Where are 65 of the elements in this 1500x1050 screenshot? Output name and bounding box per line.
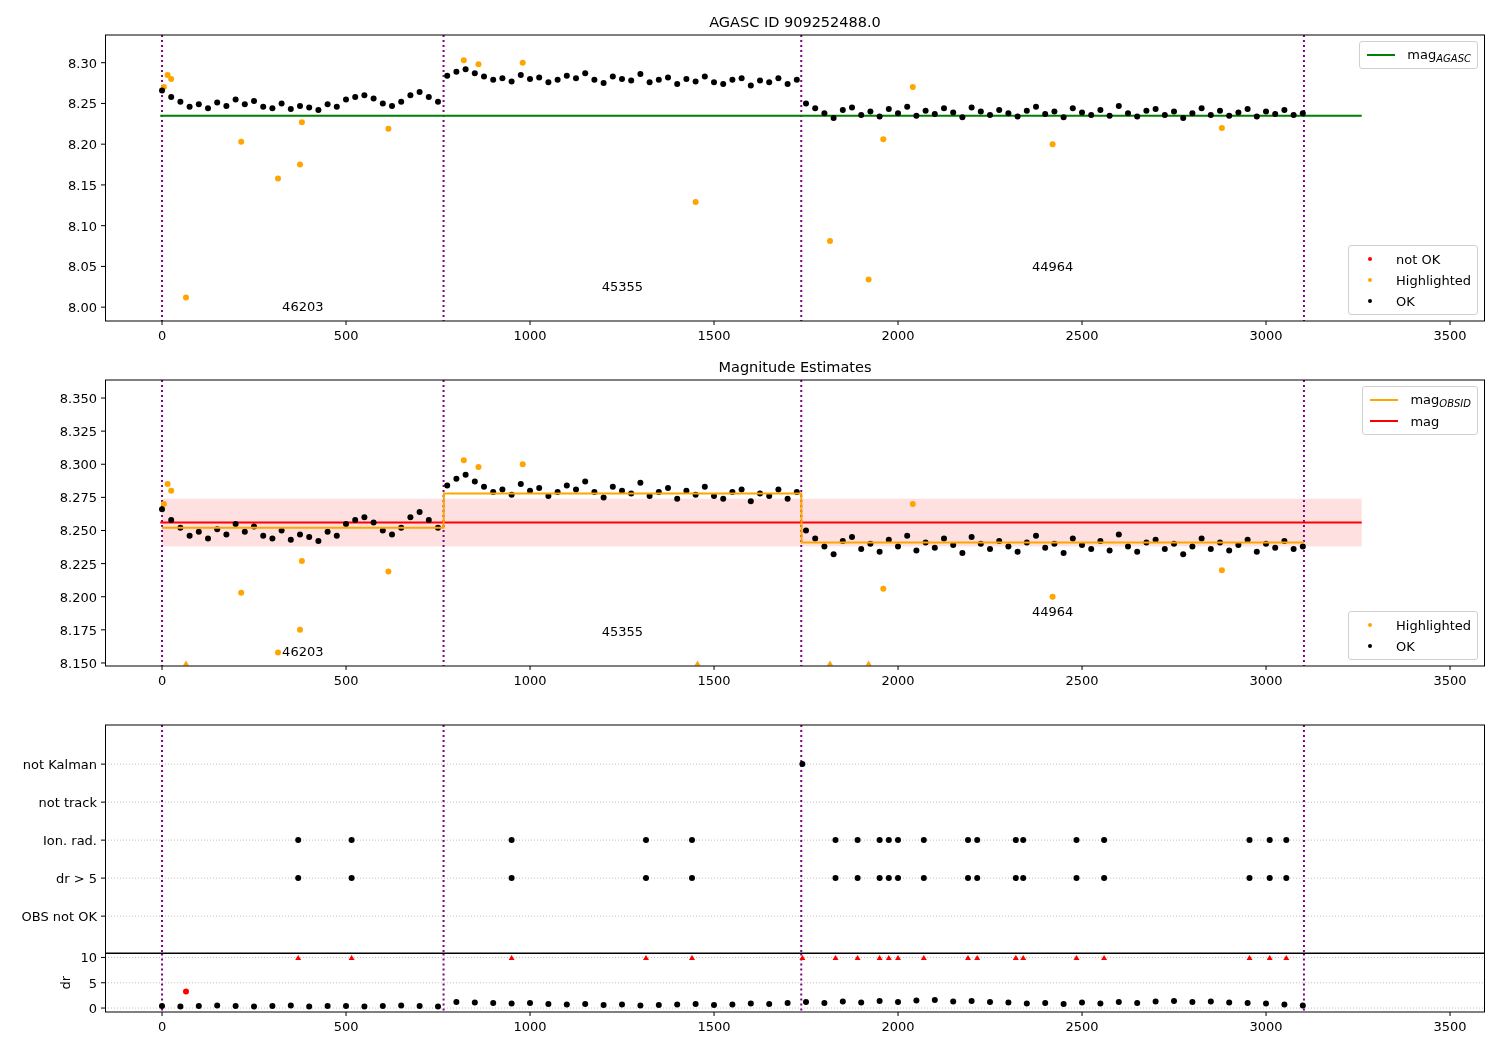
y-tick-label: 5 bbox=[88, 975, 97, 991]
legend-label: OK bbox=[1396, 293, 1415, 309]
y-tick-label: 8.25 bbox=[68, 96, 97, 112]
y-tick-label: 10 bbox=[80, 953, 97, 966]
y-tick-label: 8.175 bbox=[59, 622, 97, 638]
x-tick-label: 500 bbox=[333, 1019, 359, 1034]
legend-label: mag bbox=[1410, 413, 1440, 429]
x-tick-label: 0 bbox=[157, 1019, 167, 1034]
y-tick-label: 8.30 bbox=[68, 55, 97, 71]
x-tick-label: 1000 bbox=[513, 328, 547, 343]
legend-label: mag$_{AGASC}$ bbox=[1407, 46, 1471, 64]
obsid-label: 45355 bbox=[601, 624, 644, 639]
x-tick-label: 3500 bbox=[1433, 1019, 1467, 1034]
category-label: not track bbox=[38, 795, 97, 811]
obsid-label: 44964 bbox=[1031, 259, 1074, 274]
x-tick-label: 1000 bbox=[513, 1019, 547, 1034]
obsid-label: 46203 bbox=[282, 299, 324, 314]
y-tick-label: 0 bbox=[88, 1001, 97, 1017]
x-tick-label: 3500 bbox=[1433, 673, 1467, 688]
legend-label: Highlighted bbox=[1396, 617, 1471, 633]
category-label: not Kalman bbox=[22, 757, 97, 773]
y-tick-label: 8.05 bbox=[68, 259, 97, 275]
x-tick-label: 1500 bbox=[697, 328, 731, 343]
x-tick-label: 2000 bbox=[881, 673, 915, 688]
y-tick-label: 8.150 bbox=[59, 655, 97, 671]
x-tick-label: 0 bbox=[157, 673, 167, 688]
y-tick-label: 8.300 bbox=[59, 457, 97, 473]
category-label: OBS not OK bbox=[21, 909, 97, 925]
x-tick-label: 2000 bbox=[881, 328, 915, 343]
y-tick-label: 8.00 bbox=[68, 300, 97, 316]
y-tick-label: 8.225 bbox=[59, 556, 97, 572]
legend-label: Highlighted bbox=[1396, 272, 1471, 288]
x-tick-label: 2500 bbox=[1065, 328, 1099, 343]
chart-title: AGASC ID 909252488.0 bbox=[709, 14, 881, 30]
legend-label: OK bbox=[1396, 638, 1415, 654]
y-tick-label: 8.200 bbox=[59, 589, 97, 605]
legend-label: mag$_{OBSID}$ bbox=[1410, 391, 1471, 409]
category-label: Ion. rad. bbox=[43, 833, 97, 849]
x-tick-label: 500 bbox=[333, 673, 359, 688]
chart-title: Magnitude Estimates bbox=[718, 359, 872, 375]
x-tick-label: 2000 bbox=[881, 1019, 915, 1034]
x-tick-label: 3000 bbox=[1249, 328, 1283, 343]
y-tick-label: 8.250 bbox=[59, 523, 97, 539]
x-tick-label: 1000 bbox=[513, 673, 547, 688]
x-tick-label: 3000 bbox=[1249, 673, 1283, 688]
x-tick-label: 2500 bbox=[1065, 673, 1099, 688]
x-tick-label: 3500 bbox=[1433, 328, 1467, 343]
category-label: dr > 5 bbox=[55, 871, 97, 887]
x-tick-label: 1500 bbox=[697, 673, 731, 688]
legend-label: not OK bbox=[1396, 251, 1441, 267]
y-axis-label: dr bbox=[58, 975, 73, 990]
y-tick-label: 8.350 bbox=[59, 391, 97, 406]
y-tick-label: 8.10 bbox=[68, 218, 97, 234]
y-tick-label: 8.20 bbox=[68, 137, 97, 153]
obsid-label: 46203 bbox=[282, 644, 324, 659]
y-tick-label: 8.15 bbox=[68, 177, 97, 193]
obsid-label: 45355 bbox=[601, 279, 644, 294]
obsid-label: 44964 bbox=[1031, 604, 1074, 619]
y-tick-label: 8.275 bbox=[59, 490, 97, 506]
x-tick-label: 0 bbox=[157, 328, 167, 343]
x-tick-label: 1500 bbox=[697, 1019, 731, 1034]
x-tick-label: 2500 bbox=[1065, 1019, 1099, 1034]
y-tick-label: 8.325 bbox=[59, 424, 97, 440]
x-tick-label: 3000 bbox=[1249, 1019, 1283, 1034]
x-tick-label: 500 bbox=[333, 328, 359, 343]
